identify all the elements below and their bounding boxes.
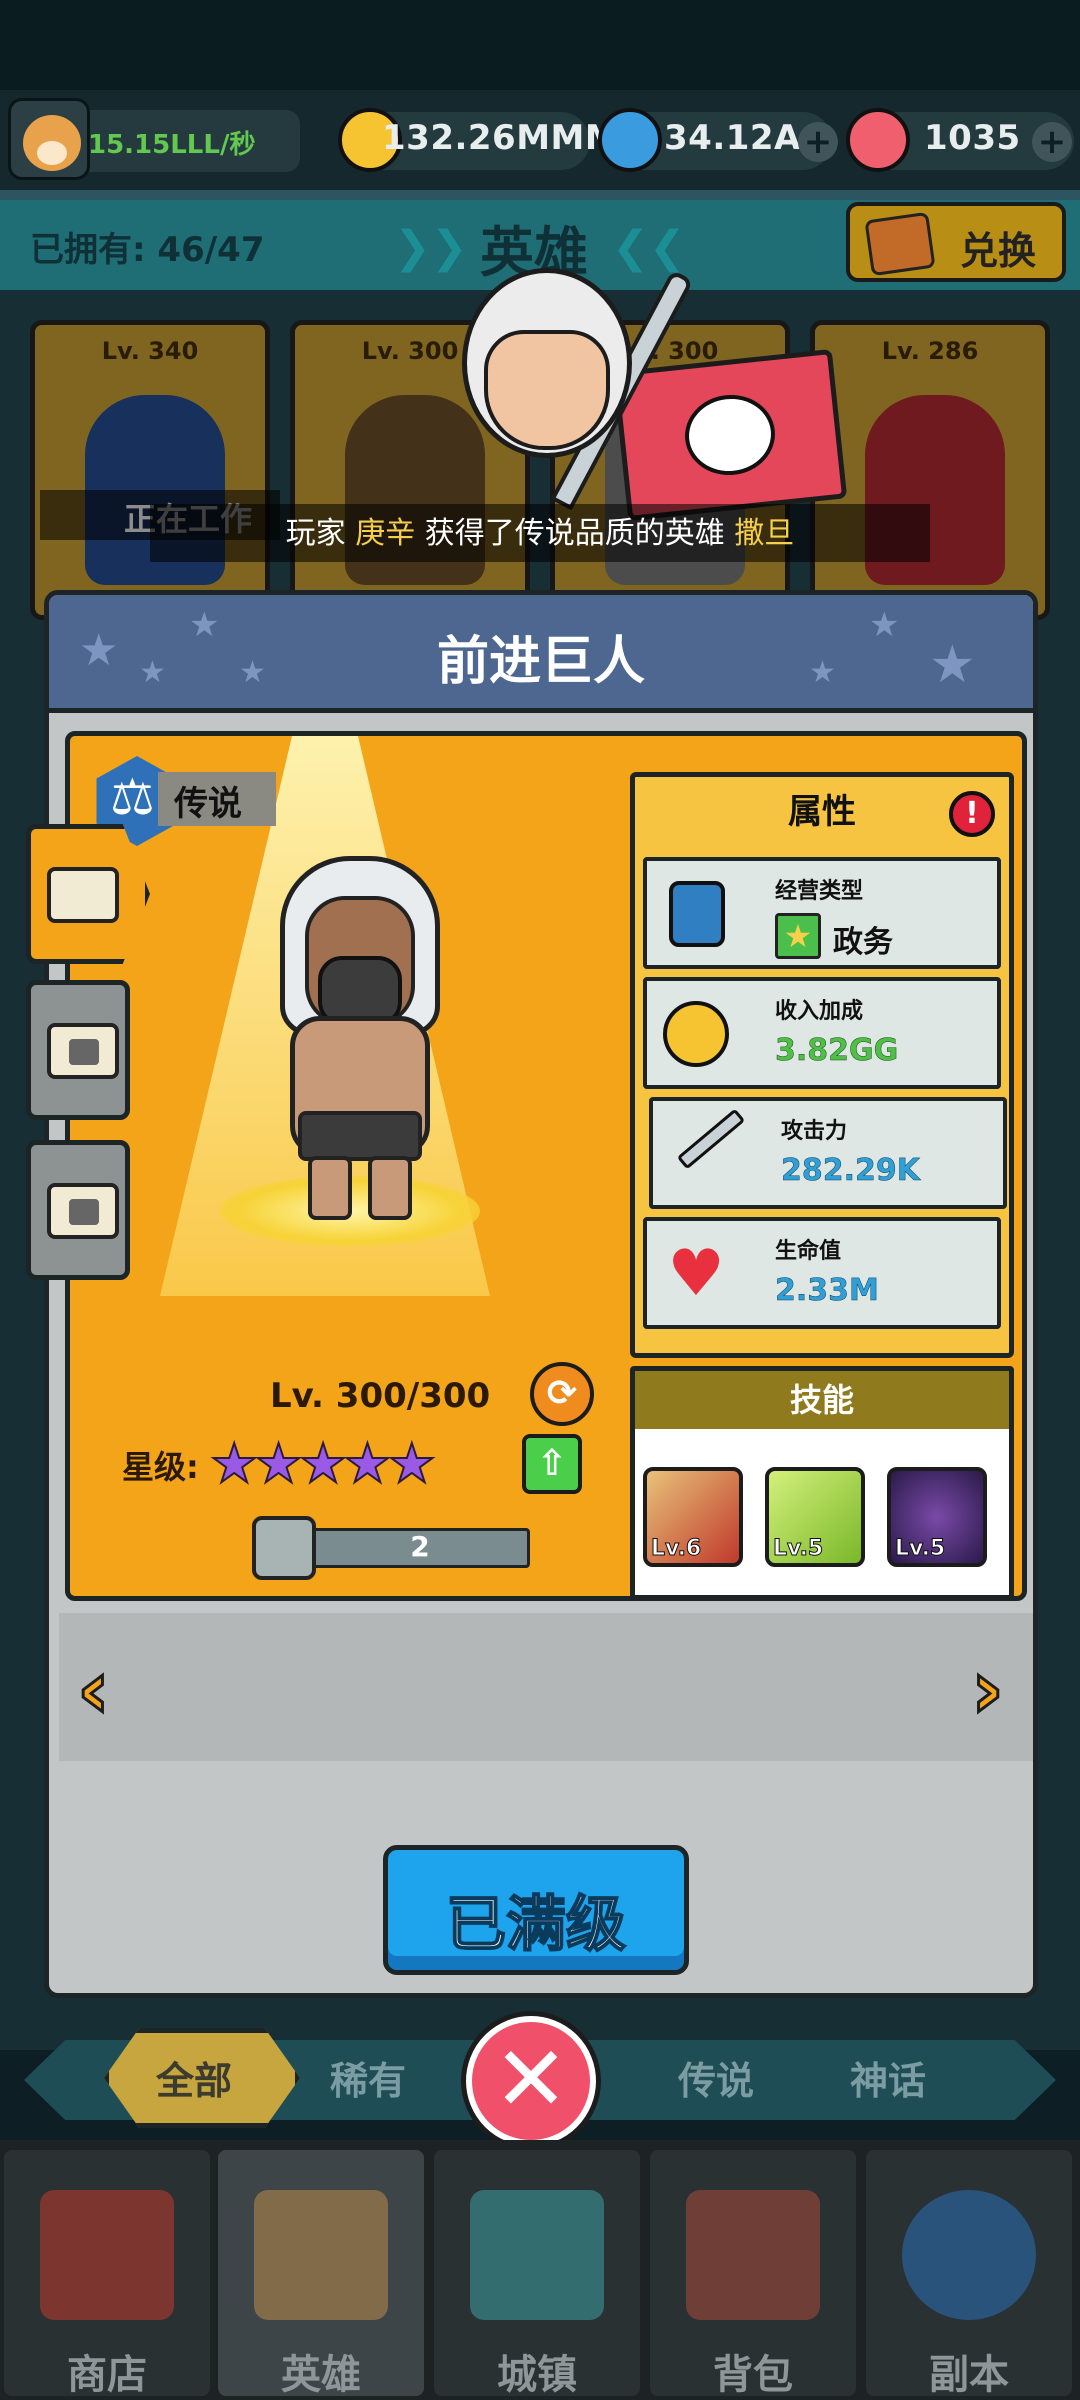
filter-all[interactable]: 全部 <box>156 2050 232 2105</box>
status-bar <box>0 0 1080 90</box>
hero-icon <box>254 2190 388 2320</box>
business-type-row: 经营类型 ★ 政务 <box>643 857 1001 969</box>
hp-label: 生命值 <box>775 1239 842 1264</box>
attack-row: 攻击力 282.29K <box>649 1097 1007 1209</box>
heart-icon: ♥ <box>667 1237 725 1311</box>
nav-heroes-label: 英雄 <box>281 2352 361 2398</box>
heart-amount: 1035 <box>924 118 1021 158</box>
tab-locked-2[interactable] <box>26 1140 130 1280</box>
filter-rare[interactable]: 稀有 <box>330 2050 406 2105</box>
shop-icon <box>40 2190 174 2320</box>
shard-count: 2 <box>410 1530 430 1563</box>
globe-icon <box>902 2190 1036 2320</box>
old-man-face-icon <box>484 330 610 450</box>
modal-title: 前进巨人 <box>436 632 645 692</box>
announcement-middle: 获得了传说品质的英雄 <box>424 516 725 551</box>
nav-shop-label: 商店 <box>67 2352 147 2398</box>
skull-icon <box>681 390 779 480</box>
skill-target-icon[interactable]: Lv.5 <box>887 1467 987 1567</box>
income-row: 收入加成 3.82GG <box>643 977 1001 1089</box>
next-hero-button[interactable]: › <box>970 1648 1021 1731</box>
nav-town[interactable]: 城镇 <box>434 2150 640 2398</box>
announcement-text: 玩家 庚辛 获得了传说品质的英雄 撒旦 <box>0 508 1080 552</box>
business-type-label: 经营类型 <box>775 879 864 904</box>
add-hearts-button[interactable]: + <box>1032 122 1072 162</box>
max-level-button[interactable]: 已满级 <box>383 1845 689 1975</box>
lock-icon <box>47 1183 119 1239</box>
sword-icon <box>676 1108 746 1170</box>
hero-shard-icon <box>252 1516 316 1580</box>
add-gems-button[interactable]: + <box>798 122 838 162</box>
exchange-icon <box>864 211 936 277</box>
exchange-label: 兑换 <box>960 229 1037 273</box>
attack-value: 282.29K <box>781 1153 921 1189</box>
backpack-icon <box>686 2190 820 2320</box>
skill-panel: 技能 Lv.6 Lv.5 Lv.5 <box>630 1366 1014 1596</box>
filter-legend[interactable]: 传说 <box>678 2050 754 2105</box>
chevron-right-icon: ❮❮ <box>612 222 686 273</box>
star-upgrade-button[interactable]: ⇧ <box>522 1434 582 1494</box>
avatar-face-icon <box>23 115 81 171</box>
lock-body <box>69 1199 99 1225</box>
info-icon[interactable]: ! <box>949 791 995 837</box>
pirate-flag-icon <box>612 348 848 522</box>
close-button[interactable]: ✕ <box>466 2016 596 2146</box>
modal-header: ★ ★ ★ ★ ★ ★ ★ 前进巨人 <box>49 595 1033 713</box>
skill-bow-icon[interactable]: Lv.6 <box>643 1467 743 1567</box>
building-icon <box>470 2190 604 2320</box>
nav-bag[interactable]: 背包 <box>650 2150 856 2398</box>
skill-level: Lv.5 <box>772 1536 824 1562</box>
owned-count: 已拥有: 46/47 <box>30 230 265 270</box>
navigation-strip <box>59 1613 1033 1761</box>
star-label: 星级: <box>122 1448 199 1486</box>
hero-leg <box>368 1156 412 1220</box>
attack-label: 攻击力 <box>781 1119 848 1144</box>
income-label: 收入加成 <box>775 999 864 1024</box>
nav-heroes[interactable]: 英雄 <box>218 2150 424 2398</box>
business-type-value: 政务 <box>833 925 893 960</box>
hp-row: ♥ 生命值 2.33M <box>643 1217 1001 1329</box>
income-rate: 15.15LLL/秒 <box>88 130 256 160</box>
lock-icon <box>47 1023 119 1079</box>
hero-leg <box>308 1156 352 1220</box>
max-level-label: 已满级 <box>445 1889 627 1961</box>
hp-value: 2.33M <box>775 1273 879 1309</box>
skill-title: 技能 <box>635 1371 1009 1429</box>
crown-plus-icon <box>663 1001 729 1067</box>
nav-bag-label: 背包 <box>713 2352 793 2398</box>
hero-portrait <box>260 856 460 1236</box>
skill-hand-icon[interactable]: Lv.5 <box>765 1467 865 1567</box>
hero-detail-modal: ★ ★ ★ ★ ★ ★ ★ 前进巨人 传说 Lv. 300/300 ⟳ 星级: … <box>44 590 1038 1998</box>
lock-body <box>69 1039 99 1065</box>
tab-locked-1[interactable] <box>26 980 130 1120</box>
rarity-label: 传说 <box>174 784 242 824</box>
skill-level: Lv.5 <box>894 1536 946 1562</box>
crown-amount: 132.26MMM <box>382 118 620 158</box>
nav-dungeon[interactable]: 副本 <box>866 2150 1072 2398</box>
announcement-hero: 撒旦 <box>734 516 795 551</box>
id-card-icon <box>47 867 119 923</box>
hero-level: Lv. 300/300 <box>270 1376 491 1416</box>
announcement-prefix: 玩家 <box>285 516 346 551</box>
skill-level: Lv.6 <box>650 1536 702 1562</box>
hero-shorts <box>298 1111 422 1161</box>
attribute-panel: 属性 ! 经营类型 ★ 政务 收入加成 3.82GG 攻击力 282.29K ♥… <box>630 772 1014 1358</box>
income-value: 3.82GG <box>775 1033 899 1069</box>
hero-card-detail: 传说 Lv. 300/300 ⟳ 星级: ★★★★★ ⇧ 2 属性 ! 经营类型… <box>65 731 1027 1601</box>
announcement-player: 庚辛 <box>355 516 416 551</box>
refresh-button[interactable]: ⟳ <box>530 1362 594 1426</box>
heart-icon <box>846 108 910 172</box>
avatar[interactable] <box>8 98 90 180</box>
previous-hero-button[interactable]: ‹ <box>76 1648 127 1731</box>
star-icon: ★ <box>775 913 821 959</box>
nav-dungeon-label: 副本 <box>929 2352 1009 2398</box>
chevron-left-icon: ❯❯ <box>394 222 468 273</box>
star-rating: ★★★★★ <box>209 1431 437 1496</box>
filter-myth[interactable]: 神话 <box>850 2050 926 2105</box>
gem-icon <box>598 108 662 172</box>
exchange-button[interactable]: 兑换 <box>846 202 1066 282</box>
battery-icon <box>669 881 725 947</box>
nav-shop[interactable]: 商店 <box>4 2150 210 2398</box>
nav-town-label: 城镇 <box>497 2352 577 2398</box>
